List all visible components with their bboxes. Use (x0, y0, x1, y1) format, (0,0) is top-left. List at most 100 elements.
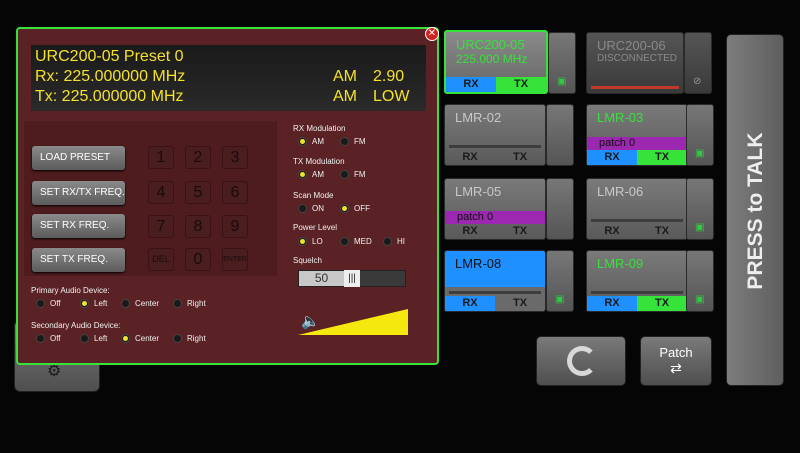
power-hi[interactable]: HI (383, 237, 405, 246)
radio-side-urc200-05[interactable]: ▣ (548, 32, 576, 94)
key-5[interactable]: 5 (185, 181, 211, 204)
option-label: Center (135, 299, 160, 308)
scan-mode-label: Scan Mode (293, 191, 334, 200)
power-lo[interactable]: LO (298, 237, 323, 246)
rx-indicator[interactable]: RX (587, 224, 637, 239)
tx-indicator[interactable]: TX (637, 150, 687, 165)
option-label: Left (94, 299, 108, 308)
display-rx-value: 2.90 (373, 68, 405, 85)
scan-mode-off[interactable]: OFF (340, 204, 370, 213)
tx-mod-fm[interactable]: FM (340, 170, 366, 179)
key-4[interactable]: 4 (148, 181, 174, 204)
rx-indicator[interactable]: RX (445, 224, 495, 239)
patch-badge: patch 0 (445, 211, 545, 224)
radio-side-lmr-08[interactable]: ▣ (546, 250, 574, 312)
radio-tile-lmr-02[interactable]: LMR-02 RX TX (444, 104, 546, 166)
tx-indicator[interactable]: TX (495, 296, 545, 311)
radio-name: LMR-02 (455, 110, 502, 125)
option-label: Off (50, 334, 61, 343)
rx-mod-fm[interactable]: FM (340, 137, 366, 146)
option-label: FM (354, 170, 366, 179)
radio-side-lmr-05[interactable] (546, 178, 574, 240)
radio-tile-lmr-06[interactable]: LMR-06 RX TX (586, 178, 688, 240)
radio-name: LMR-08 (455, 256, 502, 271)
primary-audio-right[interactable]: Right (173, 299, 206, 308)
radio-tile-lmr-05[interactable]: LMR-05 patch 0 RX TX (444, 178, 546, 240)
power-med[interactable]: MED (340, 237, 372, 246)
rx-indicator[interactable]: RX (587, 150, 637, 165)
radio-config-panel: ✕ URC200-05 Preset 0 Rx: 225.000000 MHz … (16, 27, 439, 365)
signal-icon: ▣ (555, 294, 565, 305)
radio-side-lmr-09[interactable]: ▣ (686, 250, 714, 312)
key-9[interactable]: 9 (222, 215, 248, 238)
tx-indicator[interactable]: TX (496, 77, 546, 92)
rx-indicator[interactable]: RX (445, 150, 495, 165)
tx-mod-am[interactable]: AM (298, 170, 324, 179)
option-label: ON (312, 204, 324, 213)
option-label: Off (50, 299, 61, 308)
key-2[interactable]: 2 (185, 146, 211, 169)
primary-audio-label: Primary Audio Device: (31, 286, 110, 295)
rx-mod-am[interactable]: AM (298, 137, 324, 146)
option-label: Left (94, 334, 108, 343)
tx-indicator[interactable]: TX (637, 296, 687, 311)
tx-modulation-label: TX Modulation (293, 157, 345, 166)
display-title: URC200-05 Preset 0 (35, 48, 184, 65)
secondary-audio-off[interactable]: Off (36, 334, 61, 343)
key-6[interactable]: 6 (222, 181, 248, 204)
squelch-label: Squelch (293, 256, 322, 265)
option-label: Right (187, 299, 206, 308)
option-label: LO (312, 237, 323, 246)
key-del[interactable]: DEL (148, 248, 174, 271)
radio-tile-urc200-06[interactable]: URC200-06 DISCONNECTED (586, 32, 684, 94)
radio-side-lmr-03[interactable]: ▣ (686, 104, 714, 166)
radio-side-lmr-06[interactable]: ▣ (686, 178, 714, 240)
radio-tile-lmr-08[interactable]: LMR-08 RX TX (444, 250, 546, 312)
rx-indicator[interactable]: RX (587, 296, 637, 311)
key-1[interactable]: 1 (148, 146, 174, 169)
secondary-audio-right[interactable]: Right (173, 334, 206, 343)
signal-icon: ▣ (695, 294, 705, 305)
secondary-audio-left[interactable]: Left (80, 334, 107, 343)
squelch-handle[interactable]: ||| (344, 270, 360, 287)
key-8[interactable]: 8 (185, 215, 211, 238)
refresh-icon (567, 346, 597, 376)
tx-indicator[interactable]: TX (637, 224, 687, 239)
tx-indicator[interactable]: TX (495, 224, 545, 239)
secondary-audio-center[interactable]: Center (121, 334, 159, 343)
radio-tile-urc200-05[interactable]: URC200-05 225.000 MHz RX TX (444, 30, 548, 94)
set-tx-freq-button[interactable]: SET TX FREQ. (32, 248, 125, 272)
set-rxtx-freq-button[interactable]: SET RX/TX FREQ. (32, 181, 125, 205)
set-rx-freq-button[interactable]: SET RX FREQ. (32, 214, 125, 238)
radio-side-urc200-06[interactable]: ⊘ (684, 32, 712, 94)
scan-mode-on[interactable]: ON (298, 204, 324, 213)
load-preset-button[interactable]: LOAD PRESET (32, 146, 125, 170)
display-tx-line: Tx: 225.000000 MHz (35, 88, 184, 105)
rx-indicator[interactable]: RX (445, 296, 495, 311)
close-icon[interactable]: ✕ (425, 27, 439, 41)
radio-display: URC200-05 Preset 0 Rx: 225.000000 MHz Tx… (31, 45, 426, 111)
radio-frequency: 225.000 MHz (456, 52, 528, 66)
display-tx-value: LOW (373, 88, 410, 105)
patch-button[interactable]: Patch ⇄ (640, 336, 712, 386)
radio-tile-lmr-03[interactable]: LMR-03 patch 0 RX TX (586, 104, 688, 166)
signal-icon: ▣ (695, 222, 705, 233)
tx-indicator[interactable]: TX (495, 150, 545, 165)
display-tx-mod: AM (333, 88, 357, 105)
reset-button[interactable] (536, 336, 626, 386)
key-7[interactable]: 7 (148, 215, 174, 238)
rx-indicator[interactable]: RX (446, 77, 496, 92)
primary-audio-left[interactable]: Left (80, 299, 107, 308)
disabled-icon: ⊘ (693, 76, 702, 87)
option-label: FM (354, 137, 366, 146)
press-to-talk-button[interactable]: PRESS to TALK (726, 34, 784, 386)
patch-badge: patch 0 (587, 137, 687, 150)
key-0[interactable]: 0 (185, 248, 211, 271)
squelch-slider[interactable]: 50 ||| (298, 270, 406, 287)
radio-side-lmr-02[interactable] (546, 104, 574, 166)
key-3[interactable]: 3 (222, 146, 248, 169)
radio-tile-lmr-09[interactable]: LMR-09 RX TX (586, 250, 688, 312)
primary-audio-off[interactable]: Off (36, 299, 61, 308)
primary-audio-center[interactable]: Center (121, 299, 159, 308)
key-enter[interactable]: ENTER (222, 248, 248, 271)
